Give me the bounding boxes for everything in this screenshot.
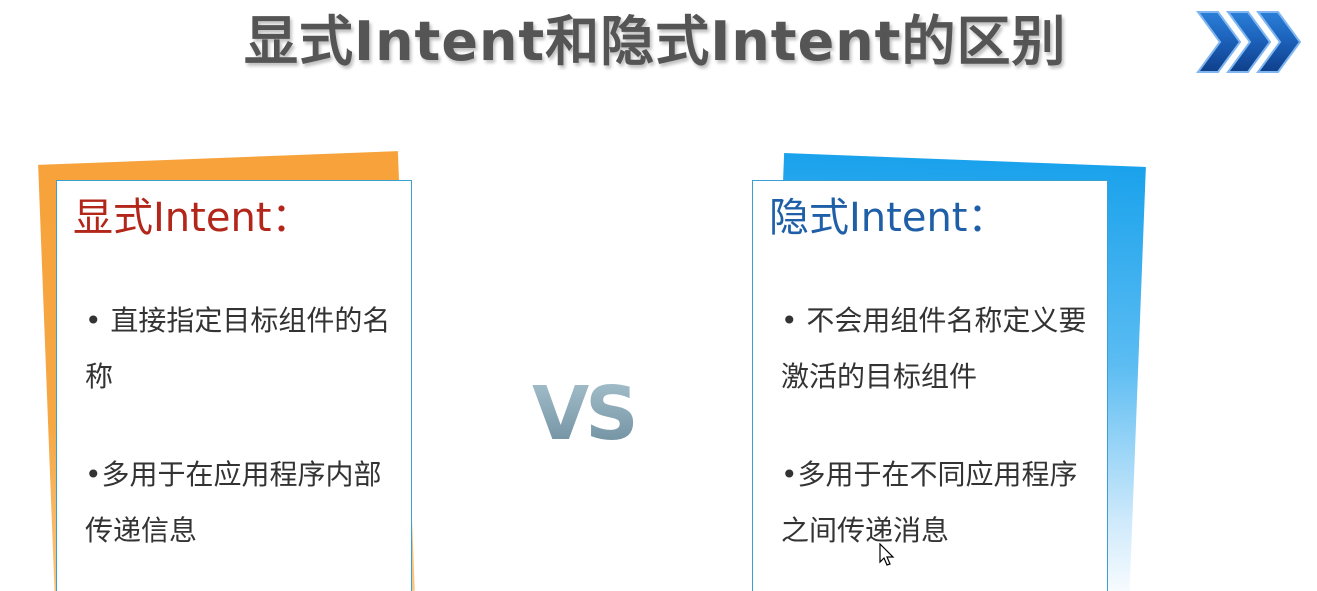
explicit-intent-card: 显式Intent： • 直接指定目标组件的名称 •多用于在应用程序内部传递信息 (56, 180, 412, 591)
slide-title: 显式Intent和隐式Intent的区别 (244, 10, 1067, 73)
slide: 显式Intent和隐式Intent的区别 显式Intent： • 直接指定目标组… (0, 0, 1317, 591)
explicit-intent-heading: 显式Intent： (73, 195, 312, 241)
implicit-intent-point-2: •多用于在不同应用程序之间传递消息 (781, 458, 1078, 547)
mouse-pointer-icon (879, 543, 895, 566)
implicit-intent-card: 隐式Intent： • 不会用组件名称定义要激活的目标组件 •多用于在不同应用程… (752, 180, 1108, 591)
explicit-intent-point-2: •多用于在应用程序内部传递信息 (85, 458, 382, 547)
implicit-intent-point-1: • 不会用组件名称定义要激活的目标组件 (781, 304, 1087, 393)
triple-chevron-right-icon (1196, 11, 1302, 73)
implicit-intent-heading: 隐式Intent： (769, 195, 1008, 241)
explicit-intent-point-1: • 直接指定目标组件的名称 (85, 304, 391, 393)
vs-reflection (532, 440, 642, 500)
